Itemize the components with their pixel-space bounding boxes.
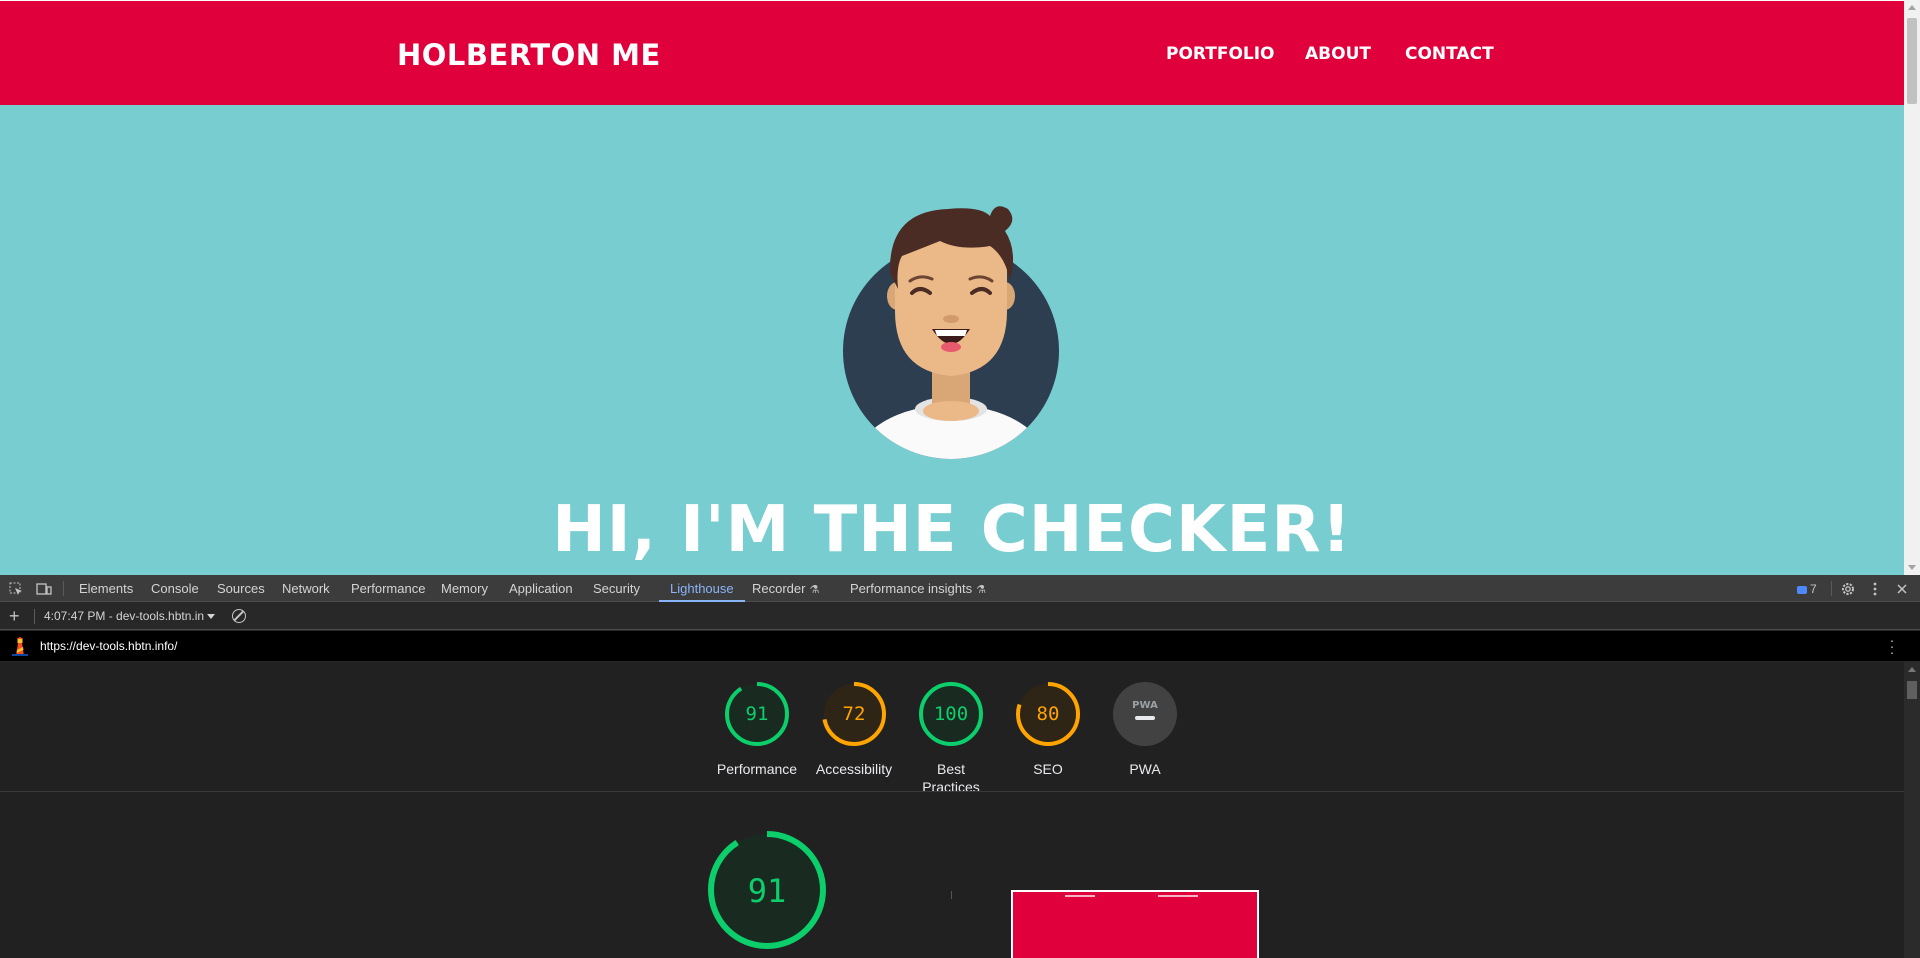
svg-text:72: 72 — [843, 703, 866, 725]
tick-mark — [951, 891, 952, 899]
tab-performance-insights-label: Performance insights — [850, 581, 973, 596]
page-scrollbar[interactable] — [1904, 0, 1920, 575]
report-menu-icon[interactable]: · · · — [1889, 633, 1895, 659]
pwa-badge-icon: PWA — [1113, 682, 1177, 746]
clear-reports-icon[interactable] — [232, 609, 246, 623]
report-url[interactable]: https://dev-tools.hbtn.info/ — [40, 639, 177, 653]
site-nav: PORTFOLIO ABOUT CONTACT — [0, 1, 1904, 106]
gauge-seo[interactable]: 80 SEO — [998, 680, 1098, 778]
chevron-down-icon — [207, 614, 216, 620]
gauge-performance[interactable]: 91 Performance — [707, 680, 807, 778]
tabbar-divider — [1831, 581, 1832, 596]
gauge-pwa-label: PWA — [1129, 761, 1161, 777]
tab-recorder-label: Recorder — [752, 581, 806, 596]
lighthouse-logo-icon — [12, 637, 28, 656]
toolbar-divider — [34, 609, 35, 624]
thumbnail-bar — [1065, 895, 1095, 897]
issues-chat-icon — [1797, 585, 1807, 594]
nav-link-contact[interactable]: CONTACT — [1405, 44, 1494, 64]
gauge-seo-ring: 80 — [1016, 682, 1080, 746]
inspect-element-icon[interactable] — [8, 581, 24, 597]
scroll-down-arrow-icon[interactable] — [1908, 565, 1916, 570]
experiment-flask-icon: ⚗ — [976, 584, 986, 596]
new-report-plus-icon[interactable]: + — [9, 606, 20, 626]
main-gauge-score: 91 — [748, 872, 787, 910]
svg-text:100: 100 — [934, 703, 968, 725]
device-toolbar-icon[interactable] — [36, 581, 52, 597]
scroll-thumb[interactable] — [1907, 18, 1917, 104]
more-options-icon[interactable] — [1867, 581, 1883, 597]
issues-count: 7 — [1810, 582, 1817, 596]
svg-text:91: 91 — [746, 703, 769, 725]
close-icon[interactable] — [1894, 581, 1910, 597]
settings-icon[interactable] — [1840, 581, 1856, 597]
performance-main-gauge: 91 — [708, 831, 826, 949]
tab-sources[interactable]: Sources — [217, 575, 265, 602]
tab-performance[interactable]: Performance — [351, 575, 425, 602]
gauge-best-practices[interactable]: 100 Best Practices — [901, 680, 1001, 796]
nav-link-portfolio[interactable]: PORTFOLIO — [1166, 44, 1275, 64]
gauge-performance-label: Performance — [716, 761, 798, 777]
gauge-best-practices-ring: 100 — [919, 682, 983, 746]
report-select[interactable]: 4:07:47 PM - dev-tools.hbtn.in — [44, 608, 216, 624]
experiment-flask-icon: ⚗ — [809, 584, 820, 596]
gauge-performance-ring: 91 — [725, 682, 789, 746]
thumbnail-bar — [1158, 895, 1198, 897]
hero-title: HI, I'M THE CHECKER! — [552, 493, 1352, 567]
tab-recorder[interactable]: Recorder ⚗ — [752, 575, 819, 602]
page-viewport: HOLBERTON ME PORTFOLIO ABOUT CONTACT HI,… — [0, 0, 1920, 575]
report-select-value: 4:07:47 PM - dev-tools.hbtn.in — [44, 609, 205, 623]
lighthouse-toolbar: + 4:07:47 PM - dev-tools.hbtn.in — [0, 603, 1920, 630]
devtools-panel: Elements Console Sources Network Perform… — [0, 575, 1920, 958]
tab-console[interactable]: Console — [151, 575, 199, 602]
gauge-accessibility-label: Accessibility — [815, 761, 893, 777]
issues-badge[interactable]: 7 — [1797, 581, 1817, 597]
tab-elements[interactable]: Elements — [79, 575, 133, 602]
tab-memory[interactable]: Memory — [441, 575, 488, 602]
tab-application[interactable]: Application — [509, 575, 573, 602]
pwa-badge-text: PWA — [1132, 700, 1158, 711]
gauge-seo-label: SEO — [1033, 761, 1063, 777]
tab-security[interactable]: Security — [593, 575, 640, 602]
hero-section: HI, I'M THE CHECKER! — [0, 105, 1904, 575]
site-header: HOLBERTON ME PORTFOLIO ABOUT CONTACT — [0, 0, 1904, 105]
report-scrollbar[interactable] — [1904, 662, 1920, 958]
nav-link-about[interactable]: ABOUT — [1305, 44, 1371, 64]
tab-performance-insights[interactable]: Performance insights ⚗ — [850, 575, 986, 602]
report-divider — [0, 791, 1904, 792]
tab-lighthouse[interactable]: Lighthouse — [659, 575, 745, 602]
svg-text:80: 80 — [1037, 703, 1060, 725]
gauge-accessibility-ring: 72 — [822, 682, 886, 746]
scroll-thumb[interactable] — [1907, 681, 1917, 699]
tabbar-divider — [63, 581, 64, 596]
gauge-accessibility[interactable]: 72 Accessibility — [804, 680, 904, 778]
avatar — [843, 206, 1059, 459]
gauge-pwa[interactable]: PWA PWA — [1095, 680, 1195, 778]
tab-network[interactable]: Network — [282, 575, 330, 602]
scroll-up-arrow-icon[interactable] — [1908, 5, 1916, 10]
page-screenshot-thumbnail[interactable] — [1011, 890, 1259, 958]
scroll-up-arrow-icon[interactable] — [1908, 667, 1916, 672]
lighthouse-report: 91 Performance 72 Accessibility 100 Best… — [0, 662, 1904, 958]
devtools-tabbar: Elements Console Sources Network Perform… — [0, 575, 1920, 602]
lighthouse-url-bar: https://dev-tools.hbtn.info/ · · · — [0, 631, 1920, 661]
